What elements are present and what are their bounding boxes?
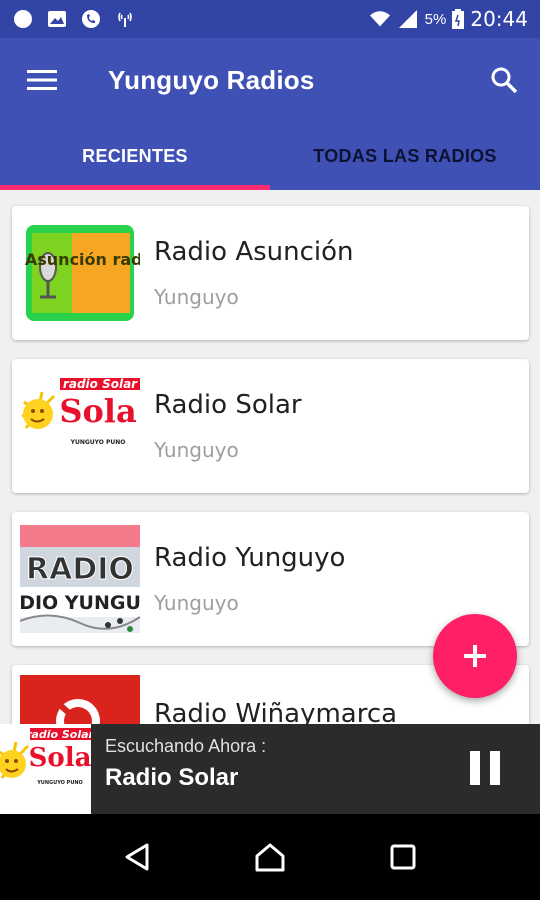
now-playing-bar[interactable]: Escuchando Ahora : Radio Solar [91,724,540,814]
svg-text:Sola: Sola [59,392,136,430]
svg-text:Sola: Sola [29,743,92,773]
logo-text: Asunción radio [25,250,140,269]
battery-percent: 5% [424,10,447,28]
signal-icon [397,8,419,30]
logo-text: radio Solar [63,377,138,391]
now-playing-logo[interactable]: radio Solar Sola YUNGUYO PUNO [0,724,92,814]
station-logo: Asunción radio [20,219,140,327]
now-playing-label: Escuchando Ahora : [105,736,267,756]
home-icon[interactable] [240,827,300,887]
wifi-icon [369,8,391,30]
logo-caption: YUNGUYO PUNO [36,780,83,786]
station-location: Yunguyo [154,591,239,615]
list-item[interactable]: Asunción radio Radio Asunción Yunguyo [12,206,529,340]
hotspot-icon [114,8,136,30]
plus-icon [464,645,486,667]
image-icon [46,8,68,30]
tab-recientes[interactable]: RECIENTES [0,122,270,190]
system-nav-bar [0,814,540,900]
app-title: Yunguyo Radios [108,64,315,95]
now-playing-station: Radio Solar [105,764,239,791]
status-time: 20:44 [470,7,528,31]
status-bar: 5% 20:44 [0,0,540,38]
logo-text: RADIO YUNGUYO [20,592,140,614]
back-icon[interactable] [107,827,167,887]
station-logo: RADIO RADIO YUNGUYO [20,525,140,633]
app-bar: Yunguyo Radios RECIENTES TODAS LAS RADIO… [0,38,540,190]
station-location: Yunguyo [154,285,239,309]
search-icon[interactable] [480,56,528,104]
svg-text:RADIO: RADIO [26,552,134,587]
tab-todas-las-radios[interactable]: TODAS LAS RADIOS [270,122,540,190]
station-name: Radio Asunción [154,237,354,267]
logo-caption: YUNGUYO PUNO [70,439,126,446]
station-name: Radio Solar [154,390,302,420]
battery-icon [452,8,465,30]
station-location: Yunguyo [154,438,239,462]
pause-icon[interactable] [470,751,500,785]
phone-icon [80,8,102,30]
list-item[interactable]: radio Solar Sola YUNGUYO PUNO Radio Sola… [12,359,529,493]
tab-indicator [0,185,270,190]
station-logo: radio Solar Sola YUNGUYO PUNO [20,372,140,480]
logo-text: radio Solar [26,728,92,741]
toolbar: Yunguyo Radios [0,38,540,122]
station-name: Radio Yunguyo [154,543,346,573]
recents-icon[interactable] [373,827,433,887]
tab-bar: RECIENTES TODAS LAS RADIOS [0,122,540,190]
message-icon [12,8,34,30]
menu-icon[interactable] [0,38,84,122]
add-station-button[interactable] [433,614,517,698]
